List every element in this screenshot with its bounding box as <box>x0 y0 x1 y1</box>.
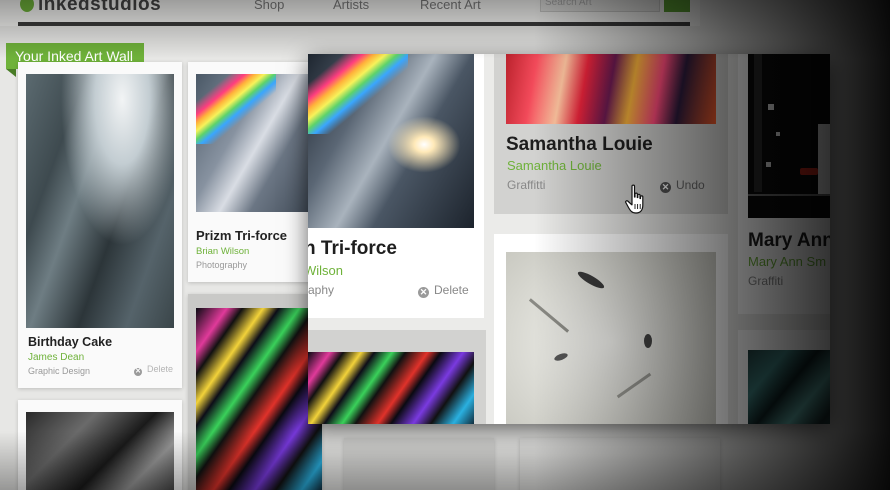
ribbon-fold <box>6 69 16 77</box>
rainbow-beam <box>308 54 408 134</box>
rainbow-beam <box>196 74 276 144</box>
art-image-helmet[interactable] <box>26 412 174 490</box>
card-category: Graffitti <box>507 178 546 192</box>
card-title[interactable]: Prizm Tri-force <box>196 228 287 243</box>
art-image-city-night[interactable] <box>748 54 830 218</box>
art-card-neon-zoom[interactable] <box>308 330 486 424</box>
card-artist[interactable]: Wilson <box>308 263 343 278</box>
card-title[interactable]: Samantha Louie <box>506 134 653 156</box>
search-button[interactable] <box>664 0 690 12</box>
nav-shop[interactable]: Shop <box>254 0 284 12</box>
hand-pointer-icon <box>625 184 644 214</box>
art-card-neon[interactable] <box>188 294 322 490</box>
undo-button[interactable]: ✕ Undo <box>660 178 705 193</box>
delete-button[interactable]: ✕ Delete <box>418 283 469 298</box>
close-icon: ✕ <box>660 182 671 193</box>
card-artist[interactable]: Brian Wilson <box>196 246 249 257</box>
logo-drop-icon <box>20 0 34 12</box>
art-card-mary-ann[interactable]: Mary Ann Mary Ann Sm Graffiti <box>738 54 830 314</box>
art-image-neon[interactable] <box>308 352 474 424</box>
red-car <box>800 168 818 175</box>
building <box>754 54 762 192</box>
site-logo[interactable]: inkedstudios <box>38 0 161 16</box>
art-card-samantha-louie[interactable]: Samantha Louie Samantha Louie Graffitti … <box>494 54 728 214</box>
splash-mark <box>644 334 652 348</box>
window-light <box>766 162 771 167</box>
card-title[interactable]: n Tri-force <box>308 238 397 260</box>
art-image-teal[interactable] <box>748 350 830 424</box>
art-card-teal[interactable] <box>738 330 830 424</box>
card-artist[interactable]: James Dean <box>28 352 84 363</box>
undo-label: Undo <box>676 178 705 192</box>
art-card-prizm-triforce-zoom[interactable]: n Tri-force Wilson raphy ✕ Delete <box>308 54 484 318</box>
window-light <box>776 132 780 136</box>
delete-button[interactable]: ✕ Delete <box>134 364 173 376</box>
card-title[interactable]: Birthday Cake <box>28 335 112 349</box>
zoom-panel: n Tri-force Wilson raphy ✕ Delete Samanth… <box>308 54 830 424</box>
card-category: Graffiti <box>748 274 784 288</box>
close-icon: ✕ <box>418 287 429 298</box>
art-image-neon[interactable] <box>196 308 322 490</box>
art-image-graffiti[interactable] <box>506 54 716 124</box>
art-card-prizm-triforce[interactable]: Prizm Tri-force Brian Wilson Photography <box>188 62 322 282</box>
card-category: raphy <box>308 283 335 297</box>
card-category: Photography <box>196 260 248 270</box>
card-artist[interactable]: Samantha Louie <box>507 158 602 173</box>
delete-label: Delete <box>434 283 469 297</box>
card-artist[interactable]: Mary Ann Sm <box>748 254 826 269</box>
art-image-splash[interactable] <box>506 252 716 424</box>
close-icon: ✕ <box>134 368 142 376</box>
white-building <box>818 124 830 194</box>
art-card-birthday-cake[interactable]: Birthday Cake James Dean Graphic Design … <box>18 62 182 388</box>
search-input[interactable]: Search Art <box>540 0 660 12</box>
art-card-bottom-2[interactable] <box>520 438 720 490</box>
window-light <box>768 104 774 110</box>
art-card-helmet[interactable] <box>18 400 182 490</box>
art-card-bottom[interactable] <box>344 438 494 490</box>
art-image-city[interactable] <box>26 74 174 328</box>
site-header: inkedstudios Shop Artists Recent Art Sea… <box>0 0 700 26</box>
art-card-splash[interactable] <box>494 234 728 424</box>
nav-recent-art[interactable]: Recent Art <box>420 0 481 12</box>
street-line <box>748 194 830 196</box>
card-title[interactable]: Mary Ann <box>748 230 830 252</box>
nav-artists[interactable]: Artists <box>333 0 369 12</box>
header-divider <box>18 22 690 26</box>
card-category: Graphic Design <box>28 366 91 376</box>
